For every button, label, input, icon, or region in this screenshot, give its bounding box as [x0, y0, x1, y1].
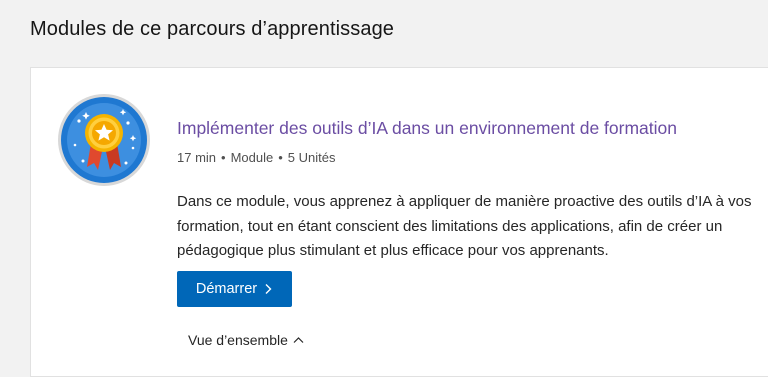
achievement-badge-icon: [58, 94, 150, 186]
chevron-right-icon: [265, 284, 272, 294]
overview-toggle[interactable]: Vue d’ensemble: [188, 332, 304, 348]
module-card: Implémenter des outils d’IA dans un envi…: [30, 67, 768, 377]
module-description: Dans ce module, vous apprenez à applique…: [177, 190, 768, 264]
description-line: Dans ce module, vous apprenez à applique…: [177, 193, 752, 210]
module-type: Module: [230, 150, 274, 165]
unit-count: 5 Unités: [287, 150, 336, 165]
section-title: Modules de ce parcours d’apprentissage: [30, 18, 395, 40]
separator: •: [221, 150, 226, 165]
chevron-up-icon: [293, 337, 304, 343]
start-button-label: Démarrer: [195, 281, 258, 297]
overview-label: Vue d’ensemble: [188, 332, 288, 348]
module-title-link[interactable]: Implémenter des outils d’IA dans un envi…: [177, 118, 677, 139]
description-line: pédagogique plus stimulant et plus effic…: [177, 242, 609, 259]
duration: 17 min: [177, 150, 217, 165]
description-line: formation, tout en étant conscient des l…: [177, 217, 723, 235]
start-button[interactable]: Démarrer: [177, 271, 292, 307]
separator: •: [278, 150, 283, 165]
module-meta: 17 min • Module • 5 Unités: [177, 150, 336, 165]
